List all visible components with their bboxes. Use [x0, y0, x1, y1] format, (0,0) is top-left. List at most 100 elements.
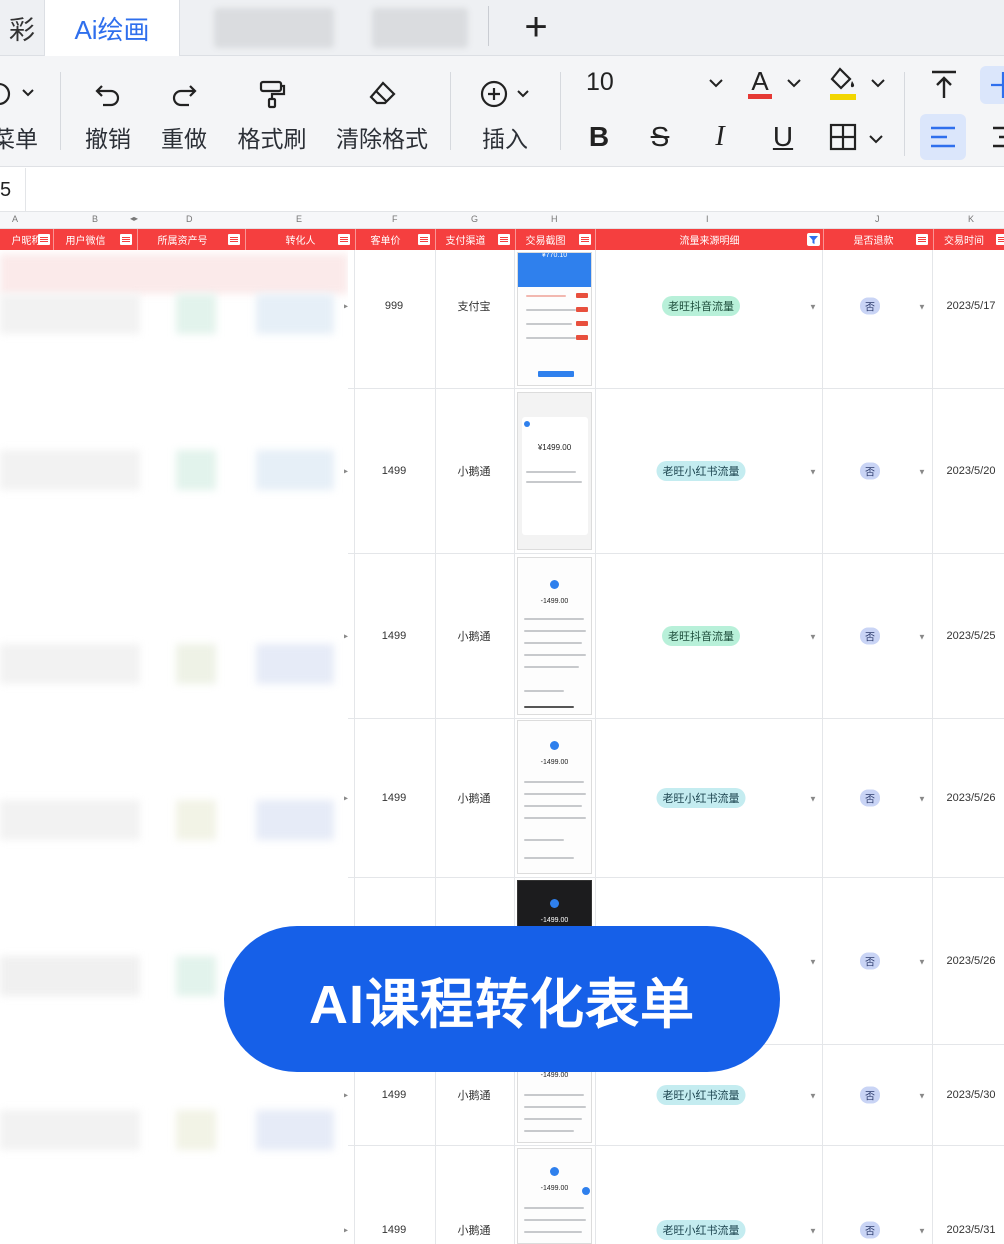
dropdown-arrow-icon[interactable]: ▼	[809, 795, 817, 804]
channel-cell[interactable]: 小鹅通	[458, 790, 491, 806]
dropdown-arrow-icon[interactable]: ▼	[918, 633, 926, 642]
header-cell[interactable]: 转化人	[246, 229, 356, 250]
source-tag[interactable]: 老旺小红书流量	[656, 1085, 746, 1105]
filter-icon[interactable]	[38, 234, 50, 245]
tab-ai-drawing[interactable]: Ai绘画	[44, 0, 180, 57]
col-letter[interactable]: H	[551, 214, 558, 224]
col-letter[interactable]: A	[12, 214, 18, 224]
align-top-icon[interactable]	[928, 68, 960, 105]
col-letter[interactable]: F	[392, 214, 398, 224]
date-cell[interactable]: 2023/5/17	[947, 300, 996, 312]
underline-button[interactable]: U	[764, 118, 802, 156]
source-tag[interactable]: 老旺小红书流量	[656, 788, 746, 808]
dropdown-arrow-icon[interactable]: ▼	[918, 303, 926, 312]
borders-chevron-icon[interactable]	[868, 132, 884, 150]
col-letter[interactable]: B	[92, 214, 98, 224]
align-left-icon[interactable]	[920, 114, 966, 160]
channel-cell[interactable]: 小鹅通	[458, 1222, 491, 1238]
channel-cell[interactable]: 小鹅通	[458, 628, 491, 644]
date-cell[interactable]: 2023/5/20	[947, 465, 996, 477]
date-cell[interactable]: 2023/5/26	[947, 955, 996, 967]
refund-tag[interactable]: 否	[860, 1221, 880, 1239]
filter-icon[interactable]	[579, 234, 591, 245]
row-expand-icon[interactable]: ▸	[344, 1091, 348, 1100]
refund-tag[interactable]: 否	[860, 1086, 880, 1104]
dropdown-arrow-icon[interactable]: ▼	[918, 1227, 926, 1236]
filter-active-icon[interactable]	[807, 233, 820, 246]
filter-icon[interactable]	[120, 234, 132, 245]
header-cell[interactable]: 客单价	[356, 229, 436, 250]
dropdown-arrow-icon[interactable]: ▼	[809, 303, 817, 312]
date-cell[interactable]: 2023/5/30	[947, 1089, 996, 1101]
col-letter[interactable]: I	[706, 214, 709, 224]
align-center-icon[interactable]	[990, 122, 1004, 157]
dropdown-arrow-icon[interactable]: ▼	[918, 958, 926, 967]
header-cell[interactable]: 用户微信	[54, 229, 138, 250]
strikethrough-button[interactable]: S	[640, 118, 680, 156]
hidden-columns-icon[interactable]: ◂▸	[130, 214, 138, 223]
channel-cell[interactable]: 小鹅通	[458, 1087, 491, 1103]
refund-tag[interactable]: 否	[860, 627, 880, 645]
font-size-select[interactable]: 10	[586, 68, 614, 97]
header-cell[interactable]: 流量来源明细	[596, 229, 824, 250]
price-cell[interactable]: 1499	[382, 792, 406, 804]
transaction-screenshot[interactable]: ¥770.10	[517, 252, 592, 386]
cell-reference[interactable]: 5	[0, 168, 26, 212]
refund-tag[interactable]: 否	[860, 789, 880, 807]
fill-color-chevron-icon[interactable]	[870, 76, 886, 94]
bold-button[interactable]: B	[580, 118, 618, 156]
dropdown-arrow-icon[interactable]: ▼	[809, 633, 817, 642]
row-expand-icon[interactable]: ▸	[344, 302, 348, 311]
align-middle-icon[interactable]	[980, 66, 1004, 104]
font-color-chevron-icon[interactable]	[786, 76, 802, 94]
dropdown-arrow-icon[interactable]: ▼	[918, 468, 926, 477]
transaction-screenshot[interactable]: -1499.00	[517, 720, 592, 874]
transaction-screenshot[interactable]: -1499.00	[517, 557, 592, 715]
source-tag[interactable]: 老旺小红书流量	[656, 461, 746, 481]
dropdown-arrow-icon[interactable]: ▼	[918, 1092, 926, 1101]
col-letter[interactable]: E	[296, 214, 302, 224]
row-expand-icon[interactable]: ▸	[344, 632, 348, 641]
dropdown-arrow-icon[interactable]: ▼	[809, 468, 817, 477]
filter-icon[interactable]	[996, 234, 1004, 245]
col-letter[interactable]: G	[471, 214, 478, 224]
filter-icon[interactable]	[228, 234, 240, 245]
italic-button[interactable]: I	[702, 118, 738, 156]
format-painter-button[interactable]: 格式刷	[232, 56, 312, 167]
filter-icon[interactable]	[498, 234, 510, 245]
date-cell[interactable]: 2023/5/26	[947, 792, 996, 804]
source-tag[interactable]: 老旺抖音流量	[662, 296, 740, 316]
header-cell[interactable]: 交易时间	[934, 229, 1004, 250]
date-cell[interactable]: 2023/5/25	[947, 630, 996, 642]
dropdown-arrow-icon[interactable]: ▼	[918, 795, 926, 804]
borders-icon[interactable]	[828, 122, 858, 157]
transaction-screenshot[interactable]: ¥1499.00	[517, 392, 592, 550]
refund-tag[interactable]: 否	[860, 952, 880, 970]
date-cell[interactable]: 2023/5/31	[947, 1224, 996, 1236]
fill-color-button[interactable]	[828, 66, 858, 100]
header-cell[interactable]: 交易截图	[516, 229, 596, 250]
font-color-button[interactable]: A	[746, 66, 774, 100]
channel-cell[interactable]: 小鹅通	[458, 463, 491, 479]
row-expand-icon[interactable]: ▸	[344, 467, 348, 476]
source-tag[interactable]: 老旺抖音流量	[662, 626, 740, 646]
price-cell[interactable]: 999	[385, 300, 403, 312]
tab-previous[interactable]: 彩	[0, 0, 44, 56]
font-size-chevron-icon[interactable]	[708, 76, 724, 94]
dropdown-arrow-icon[interactable]: ▼	[809, 1092, 817, 1101]
transaction-screenshot[interactable]: -1499.00	[517, 1148, 592, 1244]
redo-button[interactable]: 重做	[154, 56, 214, 167]
filter-icon[interactable]	[338, 234, 350, 245]
menu-button[interactable]: 菜单	[0, 56, 44, 167]
dropdown-arrow-icon[interactable]: ▼	[809, 1227, 817, 1236]
dropdown-arrow-icon[interactable]: ▼	[809, 958, 817, 967]
price-cell[interactable]: 1499	[382, 1224, 406, 1236]
filter-icon[interactable]	[916, 234, 928, 245]
add-tab-button[interactable]: +	[508, 2, 564, 52]
refund-tag[interactable]: 否	[860, 297, 880, 315]
tab-blurred-1[interactable]	[214, 8, 334, 48]
price-cell[interactable]: 1499	[382, 1089, 406, 1101]
clear-format-button[interactable]: 清除格式	[332, 56, 432, 167]
header-cell[interactable]: 户昵称	[0, 229, 54, 250]
channel-cell[interactable]: 支付宝	[458, 298, 491, 314]
